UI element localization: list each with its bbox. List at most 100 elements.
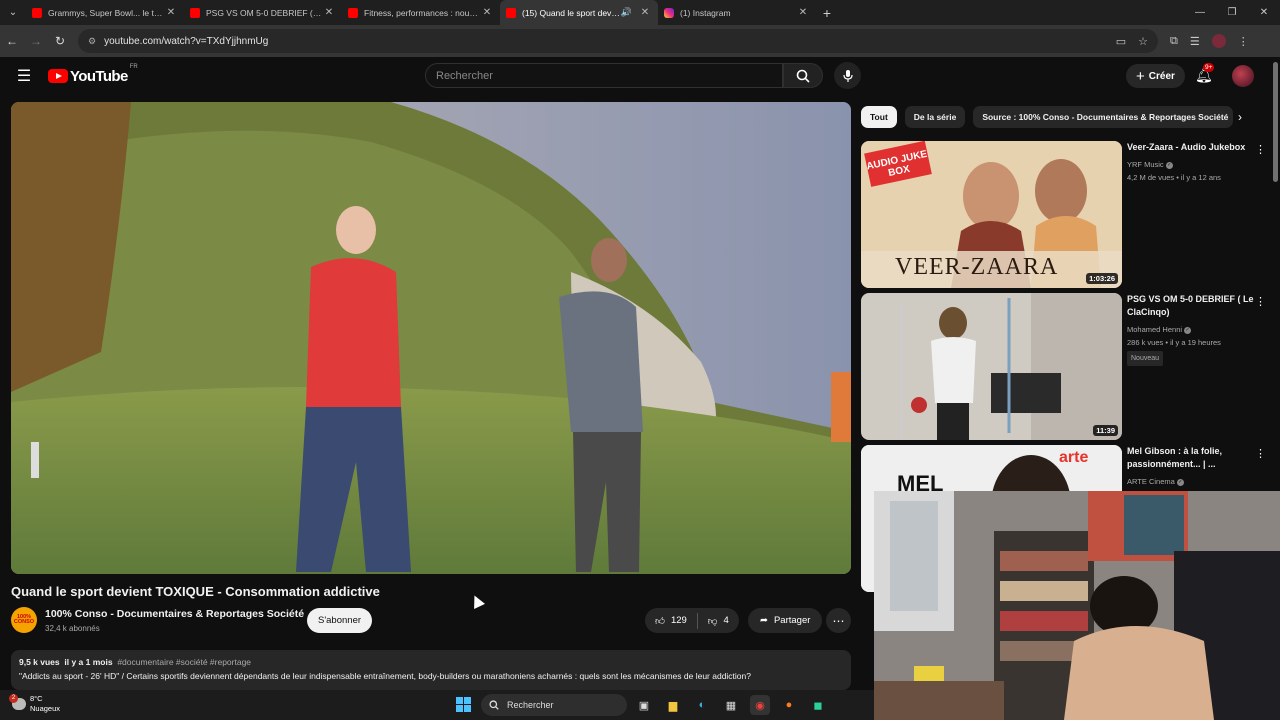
- windows-taskbar: 2 8°C Nuageux Rechercher ▣ ▆ ◐ ▦ ◉ ● ◼: [0, 690, 874, 720]
- thumbnail-title-text: VEER-ZAARA: [895, 254, 1059, 280]
- logo-text: YouTube: [70, 67, 128, 85]
- close-window-button[interactable]: ✕: [1248, 7, 1280, 18]
- cast-icon[interactable]: ▭: [1116, 35, 1126, 48]
- recommendation-title[interactable]: Veer-Zaara - Audio Jukebox: [1127, 141, 1257, 154]
- account-avatar[interactable]: [1232, 65, 1254, 87]
- verified-check-icon: ✓: [1165, 161, 1173, 169]
- youtube-logo[interactable]: YouTube FR: [48, 64, 138, 85]
- chip-source[interactable]: Source : 100% Conso - Documentaires & Re…: [973, 106, 1234, 128]
- more-vertical-icon[interactable]: ⋮: [1255, 143, 1266, 156]
- subscribe-button[interactable]: S'abonner: [307, 608, 373, 633]
- tab-title: PSG VS OM 5-0 DEBRIEF ( Le ClaCinqo): [206, 7, 322, 18]
- more-actions-button[interactable]: ⋯: [826, 608, 851, 633]
- dislike-count: 4: [723, 615, 729, 626]
- close-icon[interactable]: ✕: [164, 7, 178, 18]
- dislike-button[interactable]: 👎︎ 4: [698, 608, 739, 633]
- reload-button[interactable]: ↻: [48, 34, 72, 48]
- browser-tab-2[interactable]: PSG VS OM 5-0 DEBRIEF ( Le ClaCinqo) ✕: [184, 0, 342, 25]
- close-icon[interactable]: ✕: [322, 7, 336, 18]
- filter-chips: Tout De la série Source : 100% Conso - D…: [861, 106, 1234, 128]
- channel-name[interactable]: 100% Conso - Documentaires & Reportages …: [45, 608, 304, 620]
- site-info-icon[interactable]: ⚙: [88, 36, 96, 47]
- create-button[interactable]: + Créer: [1126, 64, 1185, 88]
- share-button[interactable]: ➦ Partager: [748, 608, 823, 633]
- speaker-icon[interactable]: 🔊: [621, 7, 632, 18]
- video-thumbnail[interactable]: AUDIO JUKE BOX VEER-ZAARA 1:03:26: [861, 141, 1122, 288]
- chrome-icon[interactable]: ◉: [750, 695, 770, 715]
- close-icon[interactable]: ✕: [638, 7, 652, 18]
- app-icon[interactable]: ◼: [808, 695, 828, 715]
- new-tab-button[interactable]: +: [816, 5, 838, 21]
- bookmark-star-icon[interactable]: ☆: [1138, 35, 1148, 48]
- recommendation-channel[interactable]: ARTE Cinema: [1127, 477, 1175, 486]
- chip-all[interactable]: Tout: [861, 106, 897, 128]
- close-icon[interactable]: ✕: [796, 7, 810, 18]
- address-bar-row: ← → ↻ ⚙ youtube.com/watch?v=TXdYjjhnmUg …: [0, 25, 1280, 57]
- video-frame-image: [11, 102, 851, 574]
- window-controls: — ❐ ✕: [1184, 7, 1280, 18]
- youtube-play-icon: [48, 69, 68, 83]
- subscriber-count: 32,4 k abonnés: [45, 624, 100, 633]
- close-icon[interactable]: ✕: [480, 7, 494, 18]
- browser-tab-bar: ⌄ Grammys, Super Bowl... le triomphe ✕ P…: [0, 0, 1280, 25]
- page-scrollbar[interactable]: [1273, 62, 1278, 182]
- back-button[interactable]: ←: [0, 34, 24, 48]
- like-button[interactable]: 👍︎ 129: [645, 608, 697, 633]
- chevron-right-icon[interactable]: ›: [1238, 110, 1242, 124]
- search-icon: [489, 700, 499, 710]
- webcam-image: [874, 491, 1280, 720]
- browser-tab-4[interactable]: (15) Quand le sport devient 🔊 ✕: [500, 0, 658, 25]
- voice-search-button[interactable]: [834, 62, 861, 89]
- youtube-header: ☰ YouTube FR Rechercher + Créer 🔔︎ 9+: [0, 57, 1280, 95]
- recommendation-title[interactable]: Mel Gibson : à la folie, passionnément..…: [1127, 445, 1257, 471]
- video-player[interactable]: [11, 102, 851, 574]
- minimize-button[interactable]: —: [1184, 7, 1216, 18]
- recommendation-item[interactable]: 11:39 PSG VS OM 5-0 DEBRIEF ( Le ClaCinq…: [861, 293, 1271, 440]
- browser-tab-5[interactable]: (1) Instagram ✕: [658, 0, 816, 25]
- taskbar-search[interactable]: Rechercher: [481, 694, 627, 716]
- more-vertical-icon[interactable]: ⋮: [1255, 447, 1266, 460]
- chip-series[interactable]: De la série: [904, 106, 966, 128]
- recommendation-title[interactable]: PSG VS OM 5-0 DEBRIEF ( Le ClaCinqo): [1127, 293, 1257, 319]
- search-button[interactable]: [783, 63, 823, 88]
- url-text: youtube.com/watch?v=TXdYjjhnmUg: [104, 35, 269, 47]
- more-vertical-icon[interactable]: ⋮: [1255, 295, 1266, 308]
- tab-search-chevron-icon[interactable]: ⌄: [0, 0, 26, 25]
- browser-tab-3[interactable]: Fitness, performances : nouveaux ✕: [342, 0, 500, 25]
- tab-title: (15) Quand le sport devient: [522, 7, 621, 18]
- task-view-icon[interactable]: ▣: [634, 695, 654, 715]
- tab-groups-icon[interactable]: ☰: [1190, 35, 1200, 48]
- video-duration: 11:39: [1093, 425, 1118, 436]
- browser-menu-icon[interactable]: ⋮: [1238, 35, 1249, 48]
- forward-button[interactable]: →: [24, 34, 48, 48]
- firefox-icon[interactable]: ●: [779, 695, 799, 715]
- hashtags[interactable]: #documentaire #société #reportage: [117, 657, 251, 667]
- recommendation-channel[interactable]: YRF Music: [1127, 160, 1164, 169]
- browser-tab-1[interactable]: Grammys, Super Bowl... le triomphe ✕: [26, 0, 184, 25]
- maximize-button[interactable]: ❐: [1216, 7, 1248, 18]
- store-icon[interactable]: ▦: [721, 695, 741, 715]
- file-explorer-icon[interactable]: ▆: [663, 695, 683, 715]
- video-title: Quand le sport devient TOXIQUE - Consomm…: [11, 584, 380, 599]
- recommendation-meta: 286 k vues • il y a 19 heures: [1127, 338, 1221, 347]
- mouse-cursor: [469, 593, 485, 609]
- webcam-overlay: [874, 491, 1280, 720]
- url-field[interactable]: ⚙ youtube.com/watch?v=TXdYjjhnmUg ▭ ☆: [78, 29, 1158, 53]
- weather-widget[interactable]: 2 8°C Nuageux: [9, 694, 60, 714]
- edge-icon[interactable]: ◐: [692, 695, 712, 715]
- recommendation-channel[interactable]: Mohamed Henni: [1127, 325, 1182, 334]
- menu-icon[interactable]: ☰: [0, 66, 48, 86]
- temperature: 8°C: [30, 694, 43, 703]
- windows-start-icon[interactable]: [456, 697, 471, 712]
- channel-avatar[interactable]: 100% CONSO: [11, 607, 37, 633]
- microphone-icon: [842, 69, 853, 82]
- tab-title: (1) Instagram: [680, 7, 731, 18]
- recommendation-item[interactable]: AUDIO JUKE BOX VEER-ZAARA 1:03:26 Veer-Z…: [861, 141, 1271, 288]
- description-box[interactable]: 9,5 k vues il y a 1 mois #documentaire #…: [11, 650, 851, 690]
- video-thumbnail[interactable]: 11:39: [861, 293, 1122, 440]
- notifications-button[interactable]: 🔔︎ 9+: [1195, 63, 1215, 84]
- search-input[interactable]: Rechercher: [425, 63, 783, 88]
- profile-avatar[interactable]: [1211, 34, 1226, 48]
- new-badge: Nouveau: [1127, 351, 1164, 366]
- extensions-icon[interactable]: ⧉: [1170, 35, 1178, 48]
